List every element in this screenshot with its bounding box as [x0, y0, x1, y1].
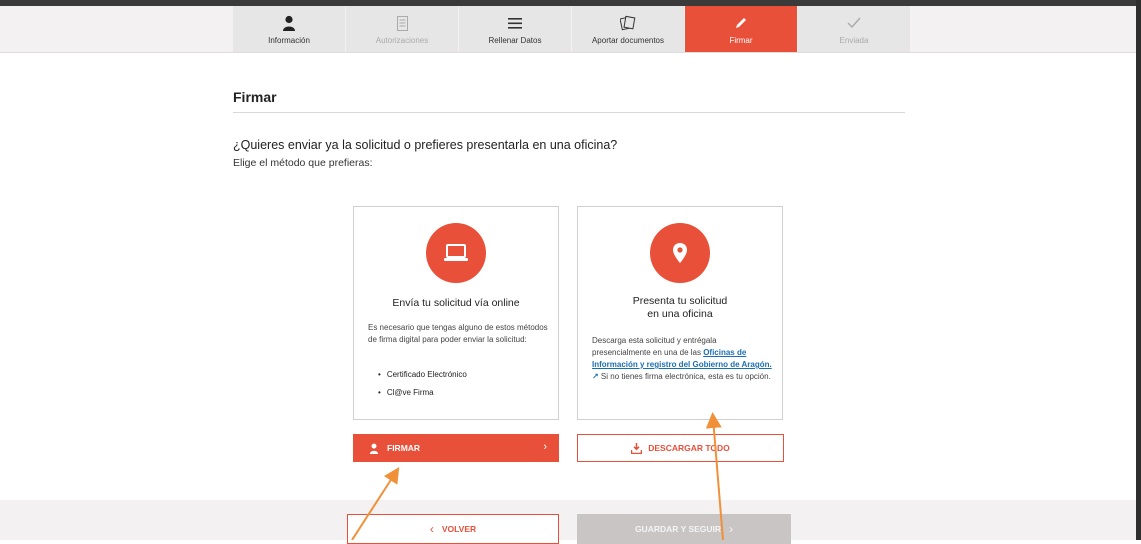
step-rellenar-datos[interactable]: Rellenar Datos: [459, 6, 571, 52]
firmar-button[interactable]: FIRMAR ›: [353, 434, 559, 462]
office-card-title-line1: Presenta tu solicitud: [632, 295, 728, 307]
step-informacion[interactable]: Información: [233, 6, 345, 52]
descargar-todo-button[interactable]: DESCARGAR TODO: [577, 434, 784, 462]
office-text-after: Si no tienes firma electrónica, esta es …: [598, 372, 771, 381]
pencil-icon: [734, 13, 748, 33]
instruction-text: Elige el método que prefieras:: [233, 157, 373, 169]
step-label: Firmar: [729, 36, 753, 45]
step-label: Aportar documentos: [591, 36, 665, 45]
online-option-card: Envía tu solicitud vía online Es necesar…: [353, 206, 559, 420]
check-icon: [847, 13, 861, 33]
external-link-icon: ↗: [592, 372, 599, 381]
location-pin-icon: [650, 223, 710, 283]
steps-list: Información Autorizaciones Rellenar Dato…: [233, 6, 911, 52]
list-item: Cl@ve Firma: [368, 388, 467, 397]
window-right-edge: [1136, 0, 1141, 540]
progress-steps-bar: Información Autorizaciones Rellenar Dato…: [0, 6, 1136, 53]
user-icon: [369, 443, 379, 454]
document-icon: [396, 13, 408, 33]
office-card-description: Descarga esta solicitud y entrégala pres…: [592, 335, 772, 383]
step-aportar-documentos[interactable]: Aportar documentos: [572, 6, 684, 52]
step-label: Rellenar Datos: [488, 36, 542, 45]
firmar-button-label: FIRMAR: [387, 443, 421, 453]
online-card-title: Envía tu solicitud vía online: [392, 297, 520, 309]
list-icon: [508, 13, 522, 33]
chevron-right-icon: ›: [729, 522, 734, 536]
documents-icon: [620, 13, 636, 33]
step-autorizaciones[interactable]: Autorizaciones: [346, 6, 458, 52]
user-icon: [282, 13, 296, 33]
guardar-y-seguir-label: GUARDAR Y SEGUIR: [634, 524, 722, 534]
chevron-right-icon: ›: [543, 441, 547, 453]
step-label: Información: [268, 36, 310, 45]
chevron-left-icon: ‹: [429, 522, 434, 536]
step-label: Enviada: [839, 36, 869, 45]
list-item: Certificado Electrónico: [368, 370, 467, 379]
annotation-arrows: [351, 412, 724, 540]
office-option-card: Presenta tu solicitud en una oficina Des…: [577, 206, 783, 420]
download-icon: [631, 442, 643, 454]
title-divider: [233, 112, 905, 113]
step-enviada[interactable]: Enviada: [798, 6, 910, 52]
office-text-before: Descarga esta solicitud y entrégala pres…: [592, 336, 717, 357]
step-label: Autorizaciones: [375, 36, 429, 45]
descargar-todo-label: DESCARGAR TODO: [648, 443, 730, 453]
office-card-title: Presenta tu solicitud en una oficina: [578, 295, 782, 321]
volver-button-label: VOLVER: [441, 524, 477, 534]
online-card-description: Es necesario que tengas alguno de estos …: [368, 323, 548, 344]
question-text: ¿Quieres enviar ya la solicitud o prefie…: [233, 138, 618, 152]
step-firmar[interactable]: Firmar: [685, 6, 797, 52]
bottom-navigation-bar: [0, 500, 1136, 540]
laptop-icon: [426, 223, 486, 283]
signature-methods-list: Certificado Electrónico Cl@ve Firma: [368, 370, 467, 406]
office-card-title-line2: en una oficina: [647, 308, 713, 320]
page-title: Firmar: [233, 89, 277, 105]
